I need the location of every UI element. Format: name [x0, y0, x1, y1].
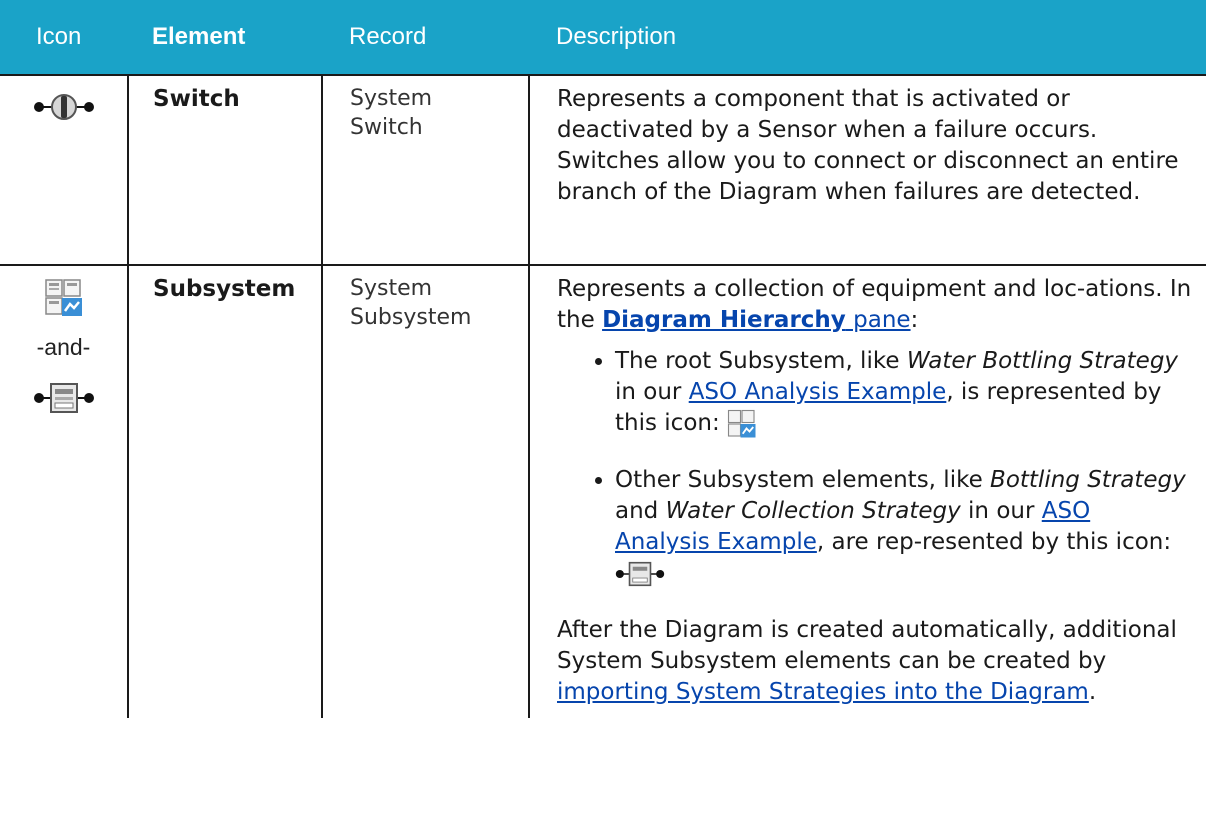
text: and — [615, 498, 666, 524]
description: Represents a component that is activated… — [528, 74, 1206, 266]
record-line: Subsystem — [350, 305, 472, 330]
text: , are rep-resented by this icon: — [816, 529, 1172, 555]
description-outro: After the Diagram is created automatical… — [557, 615, 1192, 708]
description: Represents a collection of equipment and… — [528, 264, 1206, 718]
diagram-hierarchy-link[interactable]: Diagram Hierarchy — [602, 307, 846, 333]
icon-cell: -and- — [0, 264, 129, 718]
diagram-hierarchy-pane-link[interactable]: pane — [846, 307, 910, 333]
text: : — [910, 307, 919, 333]
text: Other Subsystem elements, like — [615, 467, 991, 493]
text: in our — [960, 498, 1042, 524]
subsystem-node-icon — [33, 383, 94, 413]
elements-table: Icon Element Record Description Switch S… — [0, 0, 1206, 718]
element-name: Switch — [127, 74, 323, 266]
table-row-subsystem: -and- Subsystem System Subsystem Represe… — [0, 264, 1206, 718]
record-name: System Subsystem — [321, 264, 530, 718]
list-item: The root Subsystem, like Water Bottling … — [615, 346, 1192, 439]
icon-cell — [0, 74, 129, 266]
record-name: System Switch — [321, 74, 530, 266]
record-line: Switch — [350, 115, 423, 140]
record-line: System — [350, 276, 433, 301]
header-icon: Icon — [0, 0, 128, 75]
root-subsystem-icon — [727, 409, 756, 437]
aso-analysis-example-link[interactable]: ASO Analysis Example — [689, 379, 947, 405]
record-line: System — [350, 86, 433, 111]
subsystem-node-icon — [615, 561, 665, 586]
italic-text: Bottling Strategy — [990, 467, 1186, 493]
header-record: Record — [322, 0, 529, 75]
list-item: Other Subsystem elements, like Bottling … — [615, 465, 1192, 589]
switch-node-icon — [33, 94, 94, 120]
text: After the Diagram is created automatical… — [557, 617, 1177, 674]
importing-system-strategies-link[interactable]: importing System Strategies into the Dia… — [557, 679, 1089, 705]
root-subsystem-icon — [44, 279, 82, 316]
table-row-switch: Switch System Switch Represents a compon… — [0, 74, 1206, 266]
element-name: Subsystem — [127, 264, 323, 718]
header-description: Description — [529, 0, 1206, 75]
text: The root Subsystem, like — [615, 348, 907, 374]
bullet-list: The root Subsystem, like Water Bottling … — [557, 346, 1192, 589]
text: . — [1088, 679, 1097, 705]
header-element: Element — [128, 0, 322, 75]
italic-text: Water Bottling Strategy — [906, 348, 1179, 374]
italic-text: Water Collection Strategy — [665, 498, 961, 524]
description-intro: Represents a collection of equipment and… — [557, 274, 1192, 336]
header-row: Icon Element Record Description — [0, 0, 1206, 75]
and-separator: -and- — [36, 334, 91, 360]
text: in our — [615, 379, 689, 405]
